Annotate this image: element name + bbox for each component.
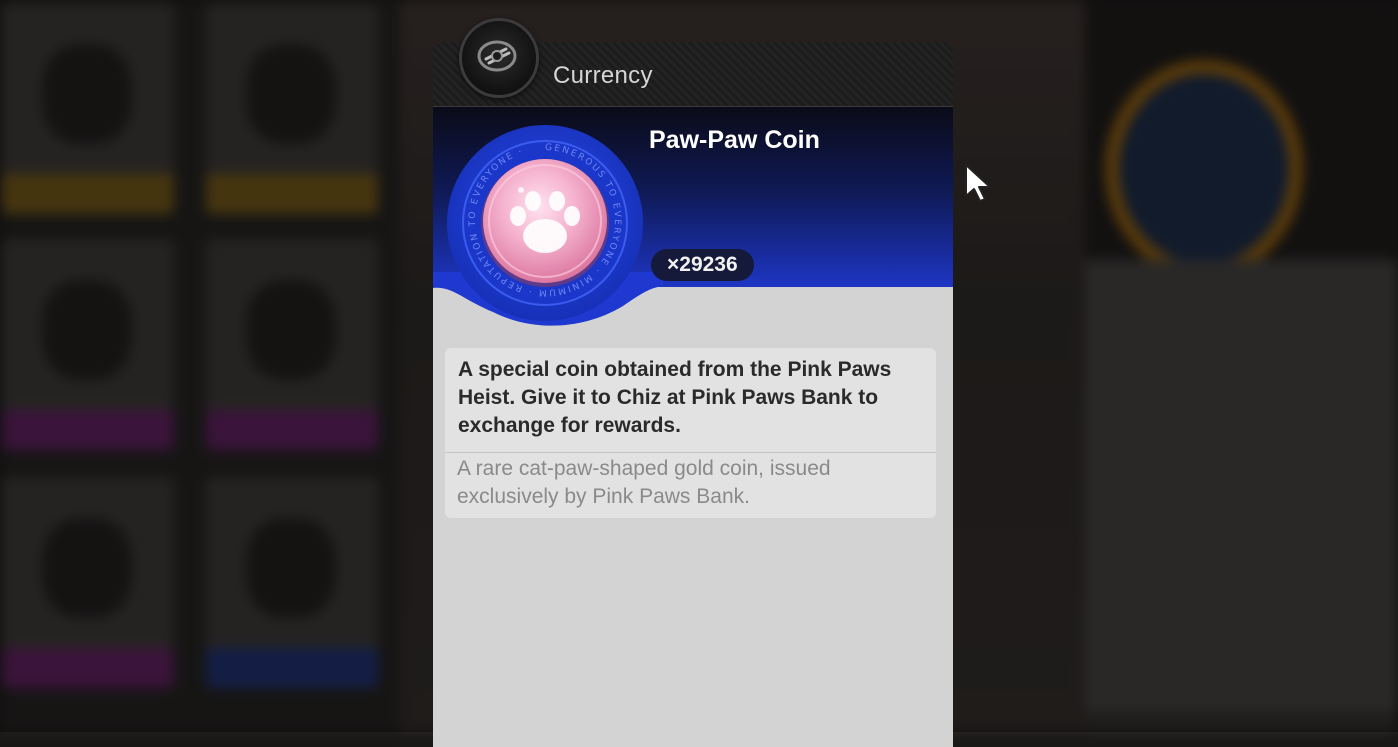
description-box: A special coin obtained from the Pink Pa… — [445, 348, 936, 518]
mouse-cursor-icon — [963, 162, 997, 209]
paw-coin-icon: GENEROUS TO EVERYONE · MINIMUM · REPUTAT… — [445, 120, 645, 326]
item-name: Paw-Paw Coin — [649, 126, 820, 154]
item-flavor-text: A rare cat-paw-shaped gold coin, issued … — [457, 457, 831, 508]
currency-token-icon — [459, 18, 539, 98]
category-title: Currency — [553, 62, 653, 89]
description-divider — [445, 452, 936, 453]
item-detail-popup: A special coin obtained from the Pink Pa… — [433, 18, 953, 747]
item-info-panel: A special coin obtained from the Pink Pa… — [433, 287, 953, 747]
item-quantity-badge: ×29236 — [651, 249, 754, 281]
item-description: A special coin obtained from the Pink Pa… — [458, 358, 892, 437]
